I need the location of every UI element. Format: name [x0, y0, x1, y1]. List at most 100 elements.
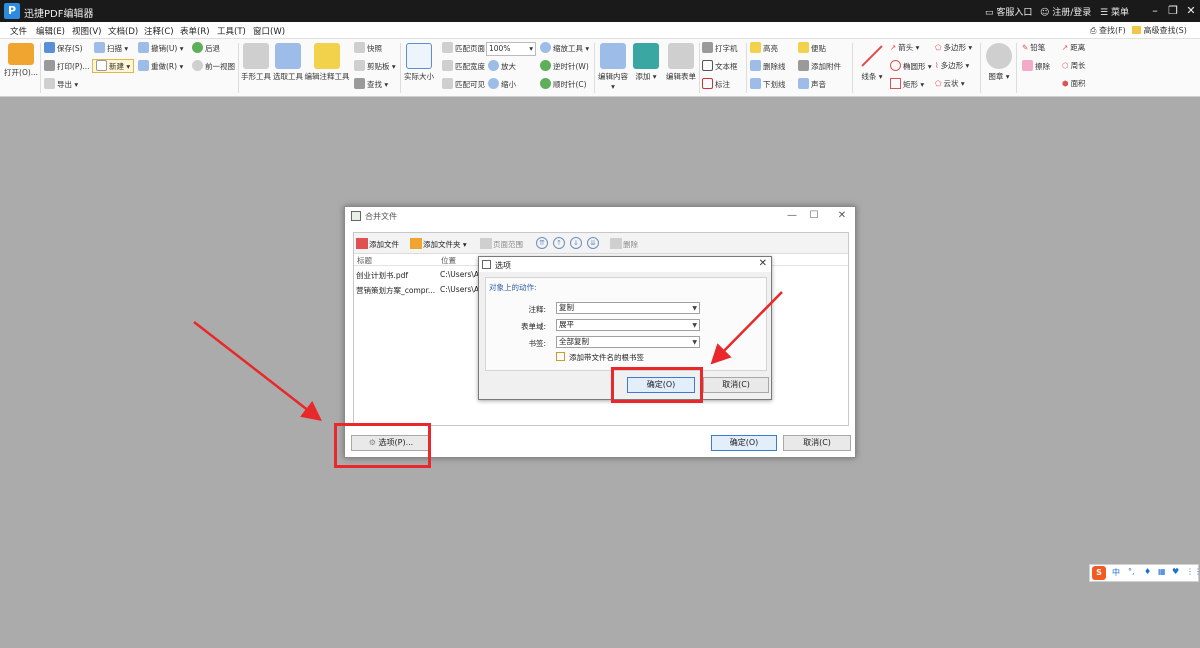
- open-button[interactable]: 打开(O)...: [4, 43, 38, 78]
- bookmark-select[interactable]: 全部复制 ▼: [556, 336, 700, 348]
- arrow-to-options: [193, 321, 322, 422]
- ime-language[interactable]: 中: [1112, 567, 1120, 578]
- form-field-select[interactable]: 展平 ▼: [556, 319, 700, 331]
- back-icon: [192, 42, 203, 53]
- prev-view-icon: [192, 60, 203, 71]
- callout-icon: [702, 78, 713, 89]
- rotate-cw-icon: [540, 78, 551, 89]
- ime-logo[interactable]: S: [1092, 566, 1106, 580]
- delete-button[interactable]: 删除: [610, 238, 638, 250]
- fit-width-button[interactable]: 匹配宽度: [442, 60, 485, 74]
- underline-button[interactable]: 下划线: [750, 78, 786, 92]
- actual-size-button[interactable]: 实际大小: [402, 43, 436, 82]
- column-location: 位置: [441, 256, 456, 265]
- prev-view-button[interactable]: 前一视图: [192, 60, 235, 74]
- add-button[interactable]: 添加 ▾: [632, 43, 660, 82]
- zoom-in-button[interactable]: 放大: [488, 60, 516, 74]
- menu-window[interactable]: 窗口(W): [253, 25, 285, 37]
- add-folder-button[interactable]: 添加文件夹 ▾: [410, 238, 467, 250]
- edit-annot-tool-button[interactable]: 编辑注释工具: [304, 43, 350, 82]
- polyline-button[interactable]: ⌇ 多边形 ▾: [935, 60, 969, 74]
- login-link[interactable]: ☺ 注册/登录: [1040, 5, 1091, 18]
- fit-visible-button[interactable]: 匹配可见: [442, 78, 485, 92]
- ellipse-button[interactable]: 椭圆形 ▾: [890, 60, 932, 74]
- menu-file[interactable]: 文件: [10, 25, 27, 37]
- menu-link[interactable]: ☰ 菜单: [1100, 5, 1129, 18]
- perimeter-button[interactable]: ⬡ 周长: [1062, 60, 1086, 74]
- distance-button[interactable]: ↗ 距离: [1062, 42, 1085, 56]
- line-button[interactable]: 线条 ▾: [856, 43, 888, 82]
- edit-form-button[interactable]: 编辑表单: [664, 43, 698, 82]
- stamp-button[interactable]: 图章 ▾: [984, 43, 1014, 82]
- textbox-button[interactable]: 文本框: [702, 60, 738, 74]
- microphone-icon[interactable]: ♦: [1144, 567, 1151, 576]
- menu-document[interactable]: 文档(D): [108, 25, 138, 37]
- strikeout-button[interactable]: 删除线: [750, 60, 786, 74]
- new-button[interactable]: 新建 ▾: [92, 59, 135, 73]
- menu-form[interactable]: 表单(R): [180, 25, 210, 37]
- line-icon: [861, 45, 883, 67]
- add-file-button[interactable]: 添加文件: [356, 238, 399, 250]
- rect-button[interactable]: 矩形 ▾: [890, 78, 924, 92]
- print-button[interactable]: 打印(P)...: [44, 60, 90, 74]
- close-icon[interactable]: ✕: [1182, 3, 1200, 19]
- merge-ok-button[interactable]: 确定(O): [711, 435, 777, 451]
- punctuation-icon[interactable]: °,: [1128, 567, 1135, 576]
- move-up-icon[interactable]: ↑: [553, 237, 565, 249]
- typewriter-button[interactable]: 打字机: [702, 42, 738, 56]
- minimize-icon[interactable]: –: [1146, 3, 1164, 19]
- close-icon[interactable]: ✕: [759, 258, 767, 269]
- keyboard-icon[interactable]: ▦: [1158, 567, 1166, 576]
- menu-tools[interactable]: 工具(T): [217, 25, 246, 37]
- undo-button[interactable]: 撤销(U) ▾: [138, 42, 184, 56]
- area-button[interactable]: ⬢ 面积: [1062, 78, 1086, 92]
- page-range-button[interactable]: 页面范围: [480, 238, 523, 250]
- hand-tool-button[interactable]: 手形工具: [240, 43, 272, 82]
- back-button[interactable]: 后退: [192, 42, 220, 56]
- rotate-ccw-button[interactable]: 逆时针(W): [540, 60, 589, 74]
- annot-select[interactable]: 复制 ▼: [556, 302, 700, 314]
- move-top-icon[interactable]: ⇈: [536, 237, 548, 249]
- select-tool-button[interactable]: 选取工具: [272, 43, 304, 82]
- minimize-icon[interactable]: —: [785, 209, 799, 223]
- attach-button[interactable]: 添加附件: [798, 60, 841, 74]
- save-button[interactable]: 保存(S): [44, 42, 83, 56]
- eraser-button[interactable]: 擦除: [1022, 60, 1050, 74]
- zoom-select[interactable]: 100% ▾: [486, 42, 536, 56]
- menu-comment[interactable]: 注释(C): [144, 25, 174, 37]
- redo-button[interactable]: 重做(R) ▾: [138, 60, 183, 74]
- move-down-icon[interactable]: ↓: [570, 237, 582, 249]
- callout-button[interactable]: 标注: [702, 78, 730, 92]
- options-cancel-button[interactable]: 取消(C): [703, 377, 769, 393]
- clipboard-button[interactable]: 剪贴板 ▾: [354, 60, 396, 74]
- arrow-button[interactable]: ↗ 箭头 ▾: [890, 42, 919, 56]
- close-icon[interactable]: ✕: [835, 209, 849, 223]
- menu-view[interactable]: 视图(V): [72, 25, 101, 37]
- merge-cancel-button[interactable]: 取消(C): [783, 435, 851, 451]
- export-button[interactable]: 导出 ▾: [44, 78, 78, 92]
- maximize-icon[interactable]: ☐: [807, 209, 821, 223]
- scan-button[interactable]: 扫描 ▾: [94, 42, 128, 56]
- advanced-find-link[interactable]: 高级查找(S): [1132, 25, 1187, 36]
- move-bottom-icon[interactable]: ⇊: [587, 237, 599, 249]
- restore-icon[interactable]: ❐: [1164, 3, 1182, 19]
- skin-icon[interactable]: ♥: [1172, 567, 1179, 576]
- snapshot-button[interactable]: 快照: [354, 42, 382, 56]
- highlight-button[interactable]: 高亮: [750, 42, 778, 56]
- zoom-out-button[interactable]: 缩小: [488, 78, 516, 92]
- menu-edit[interactable]: 编辑(E): [36, 25, 65, 37]
- sound-button[interactable]: 声音: [798, 78, 826, 92]
- root-bookmark-checkbox[interactable]: [556, 352, 565, 361]
- find-link[interactable]: ⎙ 查找(F): [1090, 25, 1126, 36]
- find-button[interactable]: 查找 ▾: [354, 78, 388, 92]
- menu-grid-icon[interactable]: ⋮⋮: [1186, 567, 1200, 576]
- polygon-button[interactable]: ⬠ 多边形 ▾: [935, 42, 972, 56]
- fit-page-button[interactable]: 匹配页面: [442, 42, 485, 56]
- pencil-button[interactable]: ✎ 铅笔: [1022, 42, 1045, 56]
- note-button[interactable]: 便贴: [798, 42, 826, 56]
- zoom-tool-button[interactable]: 缩放工具 ▾: [540, 42, 589, 56]
- cloud-button[interactable]: ⬠ 云状 ▾: [935, 78, 965, 92]
- edit-content-button[interactable]: 编辑内容 ▾: [596, 43, 630, 91]
- rotate-cw-button[interactable]: 顺时针(C): [540, 78, 587, 92]
- service-link[interactable]: ▭ 客服入口: [985, 5, 1032, 18]
